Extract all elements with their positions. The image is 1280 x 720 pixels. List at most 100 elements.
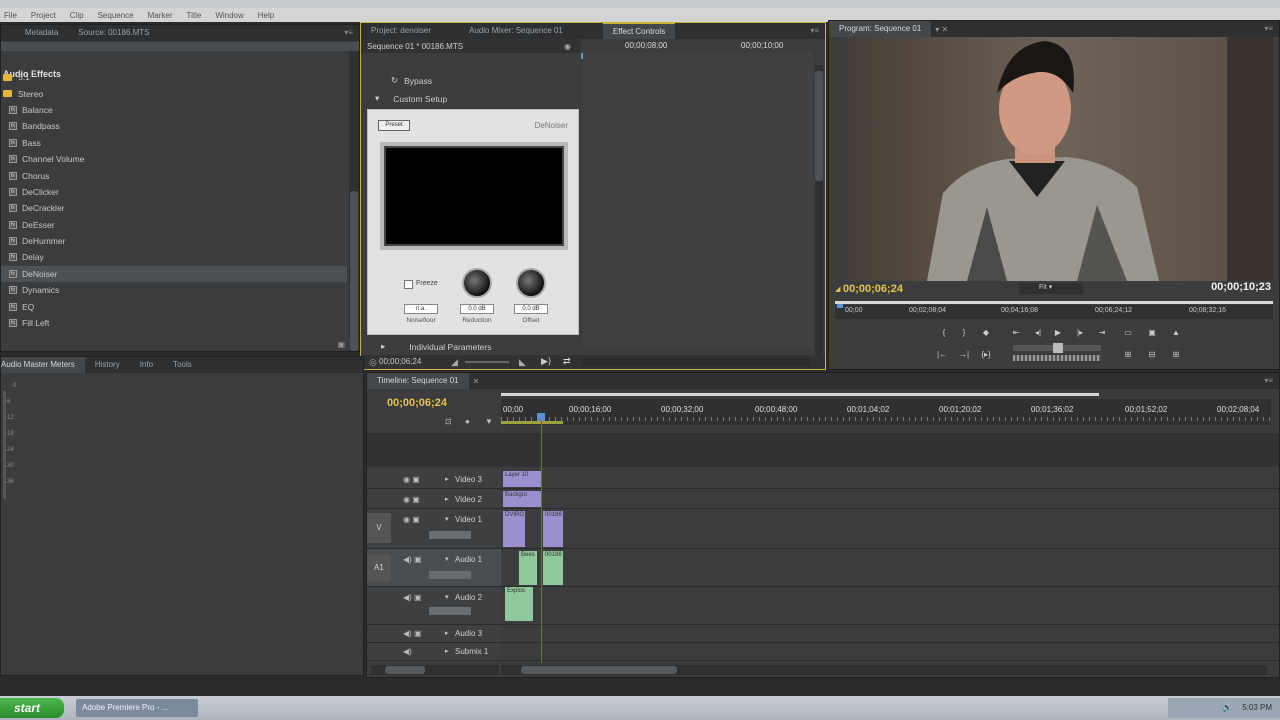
- audio-target[interactable]: A1: [367, 555, 391, 581]
- speaker-icon[interactable]: ◀): [403, 647, 412, 656]
- expand-triangle-icon[interactable]: ▸: [445, 475, 449, 483]
- go-to-prev-edit-icon[interactable]: |←: [935, 349, 949, 361]
- speaker-icon[interactable]: ◀) ▣: [403, 555, 422, 564]
- tab-info[interactable]: Info: [130, 357, 163, 373]
- go-to-next-edit-icon[interactable]: →|: [957, 349, 971, 361]
- clip-00186-video[interactable]: 00186: [543, 511, 563, 547]
- expand-triangle-icon[interactable]: ▸: [445, 647, 449, 655]
- track-video-2[interactable]: ◉ ▣ Video 2 ▸ Backgro: [367, 489, 1279, 509]
- eye-icon[interactable]: ◉ ▣: [403, 495, 420, 504]
- clip-dviro[interactable]: DVIRO: [503, 511, 525, 547]
- zoom-out-icon[interactable]: ◢: [451, 357, 458, 368]
- effect-controls-keyframe-area[interactable]: [583, 53, 813, 349]
- tab-audio-master-meters[interactable]: Audio Master Meters: [1, 357, 85, 373]
- effect-eq[interactable]: fx EQ: [1, 298, 347, 314]
- clip-bees[interactable]: Bees: [519, 551, 537, 585]
- play-in-to-out-icon[interactable]: {▸}: [979, 349, 993, 361]
- step-forward-icon[interactable]: |▸: [1073, 327, 1087, 339]
- timeline-ruler[interactable]: 00;00 00;00;16;00 00;00;32;00 00;00;48;0…: [501, 393, 1271, 425]
- zoom-slider[interactable]: [465, 361, 509, 363]
- track-submix-1[interactable]: ◀) Submix 1 ▸: [367, 643, 1279, 661]
- extract-icon[interactable]: ⊟: [1145, 349, 1159, 361]
- effect-delay[interactable]: fx Delay: [1, 249, 347, 265]
- effect-decrackler[interactable]: fx DeCrackler: [1, 200, 347, 216]
- offset-knob[interactable]: [516, 268, 546, 298]
- display-style-button[interactable]: [429, 607, 471, 615]
- tab-history[interactable]: History: [85, 357, 130, 373]
- reduction-knob[interactable]: [462, 268, 492, 298]
- program-menu-chevron-icon[interactable]: ▾ ✕: [935, 25, 948, 34]
- snap-icon[interactable]: ⊡: [445, 417, 452, 426]
- effect-bass[interactable]: fx Bass: [1, 135, 347, 151]
- play-audio-icon[interactable]: ▶⟩: [541, 356, 551, 367]
- output-icon[interactable]: ▲: [1169, 327, 1183, 339]
- speaker-icon[interactable]: ◀) ▣: [403, 593, 422, 602]
- expand-triangle-icon[interactable]: ▸: [445, 495, 449, 503]
- track-video-3[interactable]: ◉ ▣ Video 3 ▸ Layer 10: [367, 469, 1279, 489]
- effect-dehummer[interactable]: fx DeHummer: [1, 233, 347, 249]
- menu-title[interactable]: Title: [187, 11, 202, 20]
- loop-icon[interactable]: ⇄: [563, 356, 571, 367]
- expand-triangle-icon[interactable]: ▾: [445, 515, 449, 523]
- effect-denoiser[interactable]: fx DeNoiser: [1, 265, 347, 283]
- eye-icon[interactable]: ◉ ▣: [403, 475, 420, 484]
- effect-bandpass[interactable]: fx Bandpass: [1, 118, 347, 134]
- clip-00186-audio[interactable]: 00186: [543, 551, 563, 585]
- ec-current-time[interactable]: 00;00;06;24: [379, 357, 421, 366]
- tab-metadata[interactable]: Metadata: [1, 25, 68, 41]
- menu-marker[interactable]: Marker: [148, 11, 173, 20]
- ec-hscroll[interactable]: [583, 358, 811, 366]
- speaker-icon[interactable]: ◀) ▣: [403, 629, 422, 638]
- expand-triangle-icon[interactable]: ▸: [445, 629, 449, 637]
- header-hscroll[interactable]: [371, 665, 499, 675]
- effects-search-bar[interactable]: [1, 42, 359, 51]
- work-area-bar[interactable]: [501, 393, 1099, 396]
- tab-program[interactable]: Program: Sequence 01: [829, 21, 932, 37]
- panel-menu-icon[interactable]: ▾≡: [344, 28, 353, 37]
- bypass-row[interactable]: ↻ Bypass: [391, 75, 432, 86]
- tab-project[interactable]: Project: denoiser: [361, 23, 441, 39]
- effects-scrollbar[interactable]: [349, 51, 359, 351]
- program-video-frame[interactable]: [847, 37, 1273, 281]
- folder-stereo[interactable]: Stereo: [1, 85, 347, 101]
- timeline-playhead[interactable]: [541, 419, 542, 663]
- timeline-hscroll[interactable]: [501, 665, 1267, 675]
- tab-audio-mixer[interactable]: Audio Mixer: Sequence 01: [441, 23, 573, 39]
- individual-params-row[interactable]: ▸ Individual Parameters: [381, 341, 492, 352]
- custom-setup-row[interactable]: ▾ Custom Setup: [375, 93, 447, 104]
- menu-window[interactable]: Window: [215, 11, 243, 20]
- program-current-time[interactable]: 00;00;06;24: [843, 283, 903, 295]
- start-button[interactable]: start: [0, 698, 64, 718]
- effect-fill-left[interactable]: fx Fill Left: [1, 315, 347, 331]
- effect-dynamics[interactable]: fx Dynamics: [1, 282, 347, 298]
- menu-file[interactable]: File: [4, 11, 17, 20]
- tab-tools[interactable]: Tools: [163, 357, 202, 373]
- jog-wheel[interactable]: [1013, 355, 1101, 361]
- display-style-button[interactable]: [429, 571, 471, 579]
- program-ruler[interactable]: 00;00 00;02;08;04 00;04;16;08 00;06;24;1…: [835, 302, 1273, 319]
- track-audio-1[interactable]: A1 ◀) ▣ Audio 1 ▾ Bees 00186: [367, 549, 1279, 587]
- close-icon[interactable]: ✕: [473, 377, 480, 386]
- program-scrub-bar[interactable]: [835, 301, 1273, 304]
- go-to-in-icon[interactable]: ⇤: [1009, 327, 1023, 339]
- effect-deesser[interactable]: fx DeEsser: [1, 217, 347, 233]
- tab-source[interactable]: Source: 00186.MTS: [68, 25, 159, 41]
- reduction-value[interactable]: 0.0 dB: [460, 304, 494, 314]
- effect-channel-volume[interactable]: fx Channel Volume: [1, 151, 347, 167]
- menu-clip[interactable]: Clip: [70, 11, 84, 20]
- preset-button[interactable]: Preset: [378, 120, 410, 131]
- set-marker-icon[interactable]: ●: [465, 417, 470, 426]
- menu-project[interactable]: Project: [31, 11, 56, 20]
- clip-background[interactable]: Backgro: [503, 491, 541, 507]
- panel-menu-icon[interactable]: ▾≡: [1264, 24, 1273, 33]
- eye-icon[interactable]: ◉ ▣: [403, 515, 420, 524]
- expand-triangle-icon[interactable]: ▾: [445, 555, 449, 563]
- scroll-thumb[interactable]: [350, 191, 358, 351]
- video-target[interactable]: V: [367, 513, 391, 543]
- zoom-in-icon[interactable]: ◣: [519, 357, 526, 368]
- ec-scrollbar[interactable]: [815, 65, 823, 355]
- trim-icon[interactable]: ⊞: [1169, 349, 1183, 361]
- scroll-thumb[interactable]: [385, 666, 425, 674]
- tab-timeline[interactable]: Timeline: Sequence 01: [367, 373, 469, 389]
- mark-out-icon[interactable]: }: [957, 327, 971, 339]
